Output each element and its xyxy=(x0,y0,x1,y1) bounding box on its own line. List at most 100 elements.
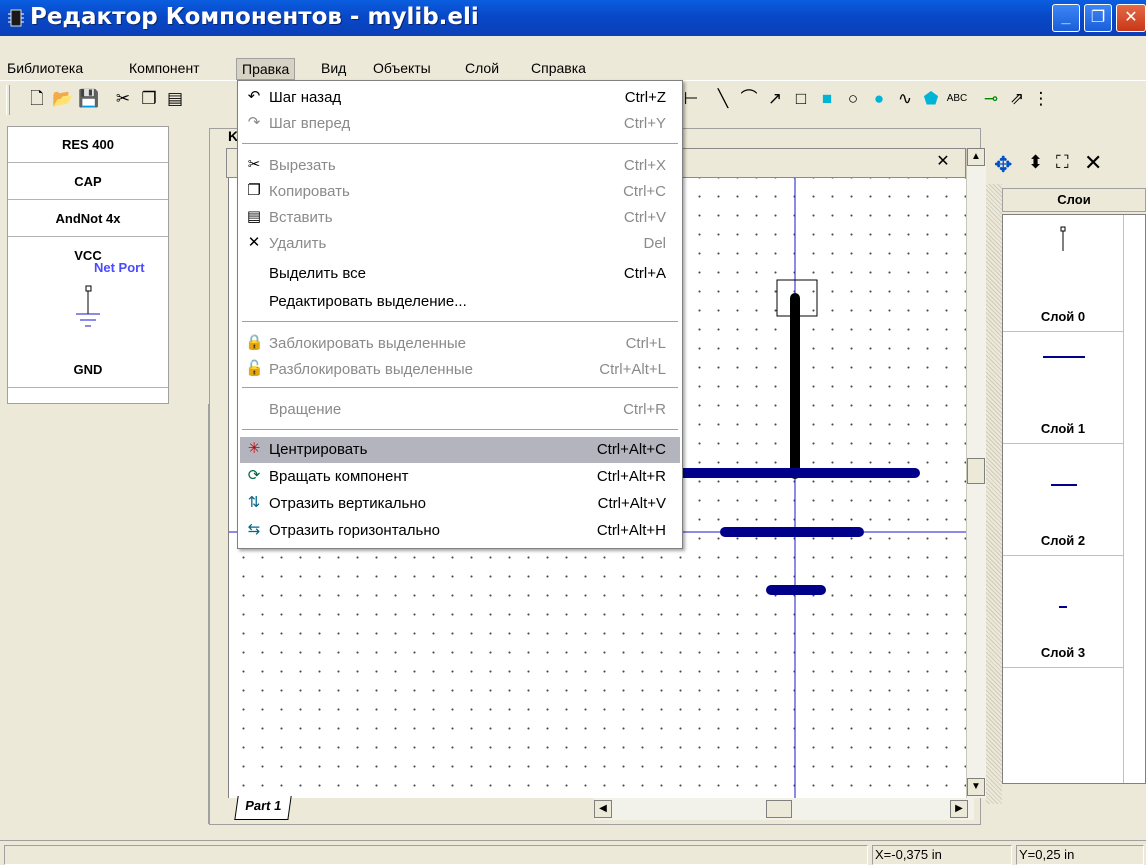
menu-item-flip-horizontal[interactable]: ⇆ Отразить горизонтально Ctrl+Alt+H xyxy=(240,518,680,544)
layer-item[interactable]: Слой 0 xyxy=(1003,309,1123,324)
splitter[interactable] xyxy=(986,184,1002,804)
menu-item-cut[interactable]: ✂ Вырезать Ctrl+X xyxy=(240,153,680,179)
menu-item-select-all[interactable]: Выделить все Ctrl+A xyxy=(240,261,680,287)
delete-layer-icon[interactable]: ✕ xyxy=(1084,150,1102,176)
menu-separator xyxy=(242,387,678,389)
pin-tool-icon[interactable]: ⊸ xyxy=(980,87,1002,111)
copy-icon[interactable]: ❐ xyxy=(138,87,160,111)
ellipse-tool-icon[interactable]: ○ xyxy=(842,87,864,111)
flip-vertical-icon: ⇅ xyxy=(247,494,261,511)
menu-item-copy[interactable]: ❐ Копировать Ctrl+C xyxy=(240,179,680,205)
scissors-icon: ✂ xyxy=(247,156,261,173)
paste-icon[interactable]: ▤ xyxy=(164,87,186,111)
component-item[interactable]: RES 400 xyxy=(8,127,168,163)
menu-item-shortcut: Ctrl+Z xyxy=(624,89,666,106)
menu-item-label: Отразить горизонтально xyxy=(269,522,440,539)
line-tool-icon[interactable]: ╲ xyxy=(712,87,734,111)
vertical-scrollbar[interactable]: ▲ ▼ xyxy=(966,148,986,798)
menu-item-shortcut: Ctrl+Alt+R xyxy=(596,468,666,485)
text-tool-icon[interactable]: ABC xyxy=(946,87,968,111)
scroll-right-icon[interactable]: ▶ xyxy=(950,800,968,818)
menu-item-label: Вставить xyxy=(269,209,333,226)
menu-objects[interactable]: Объекты xyxy=(368,58,436,80)
menu-item-shortcut: Ctrl+L xyxy=(625,335,666,352)
menu-item-center[interactable]: ✳ Центрировать Ctrl+Alt+C xyxy=(240,437,680,463)
menu-item-rotation[interactable]: Вращение Ctrl+R xyxy=(240,397,680,423)
rotate-icon: ⟳ xyxy=(247,467,261,484)
component-item[interactable]: CAP xyxy=(8,164,168,200)
menu-item-label: Разблокировать выделенные xyxy=(269,361,473,378)
menu-item-label: Шаг назад xyxy=(269,89,342,106)
flip-horizontal-icon: ⇆ xyxy=(247,521,261,538)
menu-item-edit-selection[interactable]: Редактировать выделение... xyxy=(240,289,680,315)
minimize-button[interactable]: _ xyxy=(1052,4,1080,32)
layer-item[interactable]: Слой 1 xyxy=(1003,421,1123,436)
menu-item-label: Центрировать xyxy=(269,441,368,458)
open-folder-icon[interactable]: 📂 xyxy=(52,87,74,111)
document-close-icon[interactable]: ✕ xyxy=(930,150,956,174)
new-file-icon[interactable]: 🗋 xyxy=(26,87,48,111)
delete-icon: ✕ xyxy=(247,234,261,251)
layer-item[interactable]: Слой 2 xyxy=(1003,533,1123,548)
menu-item-delete[interactable]: ✕ Удалить Del xyxy=(240,231,680,257)
menu-layer[interactable]: Слой xyxy=(460,58,504,80)
menu-separator xyxy=(242,321,678,323)
menu-item-rotate-component[interactable]: ⟳ Вращать компонент Ctrl+Alt+R xyxy=(240,464,680,490)
menu-component[interactable]: Компонент xyxy=(124,58,205,80)
scroll-down-icon[interactable]: ▼ xyxy=(967,778,985,796)
arc-tool-icon[interactable]: ⌒ xyxy=(738,87,760,111)
menu-item-shortcut: Ctrl+Alt+C xyxy=(596,441,666,458)
filled-ellipse-tool-icon[interactable]: ● xyxy=(868,87,890,111)
menu-item-label: Шаг вперед xyxy=(269,115,351,132)
menu-item-undo[interactable]: ↶ Шаг назад Ctrl+Z xyxy=(240,85,680,111)
fit-icon[interactable]: ⛶ xyxy=(1056,152,1069,173)
menu-item-shortcut: Ctrl+Alt+V xyxy=(597,495,666,512)
lock-icon: 🔒 xyxy=(245,334,264,351)
toolbar-grip[interactable] xyxy=(6,85,10,115)
horizontal-scrollbar[interactable]: ◀ ▶ xyxy=(594,798,974,820)
menu-item-shortcut: Ctrl+A xyxy=(623,265,666,282)
move-icon[interactable]: ✥ xyxy=(994,152,1012,178)
cut-icon[interactable]: ✂ xyxy=(112,87,134,111)
save-icon[interactable]: 💾 xyxy=(78,87,100,111)
menu-item-shortcut: Del xyxy=(643,235,666,252)
polyline-tool-icon[interactable]: ∿ xyxy=(894,87,916,111)
net-port-label: Net Port xyxy=(94,260,145,275)
menu-item-paste[interactable]: ▤ Вставить Ctrl+V xyxy=(240,205,680,231)
layer-item[interactable]: Слой 3 xyxy=(1003,645,1123,660)
component-item-vcc-gnd[interactable]: VCC Net Port GND xyxy=(8,238,168,388)
component-item[interactable]: AndNot 4x xyxy=(8,201,168,237)
menu-library[interactable]: Библиотека xyxy=(2,58,88,80)
menu-item-unlock[interactable]: 🔓 Разблокировать выделенные Ctrl+Alt+L xyxy=(240,357,680,383)
part-tab[interactable]: Part 1 xyxy=(234,796,292,820)
menu-edit[interactable]: Правка xyxy=(236,58,296,80)
polygon-tool-icon[interactable]: ⬟ xyxy=(920,87,942,111)
menu-help[interactable]: Справка xyxy=(526,58,591,80)
maximize-button[interactable]: ❐ xyxy=(1084,4,1112,32)
menu-item-label: Выделить все xyxy=(269,265,367,282)
menu-item-shortcut: Ctrl+R xyxy=(623,401,666,418)
horizontal-scroll-thumb[interactable] xyxy=(766,800,792,818)
filled-rectangle-tool-icon[interactable]: ■ xyxy=(816,87,838,111)
vertical-scroll-thumb[interactable] xyxy=(967,458,985,484)
menu-item-shortcut: Ctrl+Alt+L xyxy=(599,361,666,378)
menu-item-redo[interactable]: ↷ Шаг вперед Ctrl+Y xyxy=(240,111,680,137)
menu-item-flip-vertical[interactable]: ⇅ Отразить вертикально Ctrl+Alt+V xyxy=(240,491,680,517)
wire-tool-icon[interactable]: ⊢ xyxy=(680,87,702,111)
more-tools-icon[interactable]: ⋮ xyxy=(1030,87,1052,111)
window-title: Редактор Компонентов - mylib.eli xyxy=(30,4,479,30)
sort-icon[interactable]: ⬍ xyxy=(1028,152,1043,173)
arrow-tool-icon[interactable]: ↗ xyxy=(764,87,786,111)
menu-item-lock[interactable]: 🔒 Заблокировать выделенные Ctrl+L xyxy=(240,331,680,357)
redo-icon: ↷ xyxy=(247,114,261,131)
port-tool-icon[interactable]: ⇗ xyxy=(1006,87,1028,111)
close-button[interactable]: ✕ xyxy=(1116,4,1146,32)
layer-toolbar: ✥ ⬍ ⛶ ✕ xyxy=(972,148,1146,184)
scroll-left-icon[interactable]: ◀ xyxy=(594,800,612,818)
rectangle-tool-icon[interactable]: □ xyxy=(790,87,812,111)
menu-bar: Библиотека Компонент Правка Вид Объекты … xyxy=(0,54,1146,80)
menu-item-label: Редактировать выделение... xyxy=(269,293,467,310)
component-label: GND xyxy=(73,362,103,377)
menu-item-shortcut: Ctrl+C xyxy=(623,183,666,200)
menu-view[interactable]: Вид xyxy=(316,58,351,80)
